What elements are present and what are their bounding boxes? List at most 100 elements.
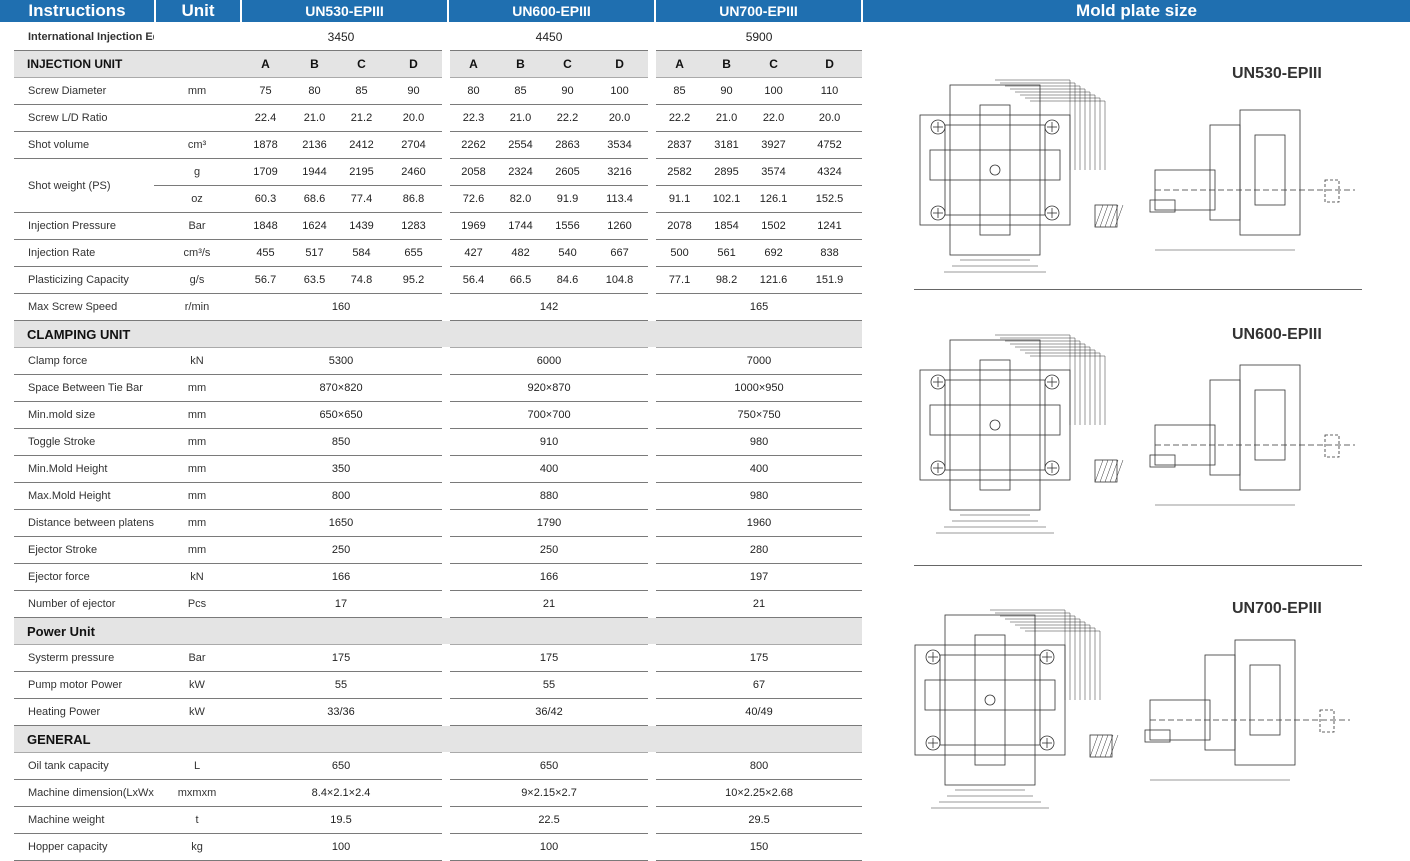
table-row: Toggle Stroke mm 850 910 980: [14, 428, 863, 456]
unit-cell: Bar: [154, 644, 240, 672]
value-cell: 2582: [648, 158, 704, 186]
value-cell: 166: [442, 563, 653, 591]
table-row: Screw Diameter mm 75 80 85 90 80 85 90 100 85 90 100…: [14, 77, 863, 105]
mold-plate-drawing-2: [919, 334, 1355, 534]
value-cell: 655: [385, 239, 447, 267]
value-cell: 66.5: [497, 266, 545, 294]
value-cell: 280: [648, 536, 863, 564]
value-cell: 36/42: [442, 698, 653, 726]
value-cell: 1709: [240, 158, 291, 186]
row-label: Pump motor Power: [14, 671, 154, 699]
value-cell: 3574: [750, 158, 798, 186]
value-cell: 2605: [544, 158, 592, 186]
value-cell: 400: [442, 455, 653, 483]
table-row: Shot volume cm³ 1878 2136 2412 2704 2262 2554 28…: [14, 131, 863, 159]
row-label: Min.Mold Height: [14, 455, 154, 483]
row-label: Toggle Stroke: [14, 428, 154, 456]
unit-cell: t: [154, 806, 240, 834]
value-cell: 700×700: [442, 401, 653, 429]
value-cell: 85: [648, 77, 704, 105]
row-label: Injection Rate: [14, 239, 154, 267]
unit-cell: mm: [154, 374, 240, 402]
value-cell: 250: [442, 536, 653, 564]
value-cell: 750×750: [648, 401, 863, 429]
table-row: Shot weight (PS) g 1709 1944 2195 2460 2058 232…: [14, 158, 863, 213]
intl-value: 4450: [442, 24, 653, 51]
value-cell: 90: [385, 77, 447, 105]
value-cell: 5300: [240, 347, 447, 375]
intl-value: 5900: [648, 24, 863, 51]
value-cell: 21.2: [338, 104, 385, 132]
value-cell: 2704: [385, 131, 447, 159]
row-label: Injection Pressure: [14, 212, 154, 240]
value-cell: 197: [648, 563, 863, 591]
value-cell: 77.1: [648, 266, 704, 294]
value-cell: 85: [497, 77, 545, 105]
value-cell: 56.7: [240, 266, 291, 294]
value-cell: 20.0: [385, 104, 447, 132]
value-cell: 427: [442, 239, 498, 267]
value-cell: 3927: [750, 131, 798, 159]
table-row: International Injection Equivalent 345044…: [14, 24, 863, 51]
value-cell: 110: [797, 77, 863, 105]
value-cell: 40/49: [648, 698, 863, 726]
row-label: Number of ejector: [14, 590, 154, 618]
table-row: Plasticizing Capacity g/s 56.7 63.5 74.8 95.2…: [14, 266, 863, 294]
value-cell: 561: [703, 239, 751, 267]
table-row: Min.mold size mm 650×650 700×700 750×750: [14, 401, 863, 429]
unit-cell: mm: [154, 509, 240, 537]
unit-cell: Pcs: [154, 590, 240, 618]
table-row: Pump motor Power kW 55 55 67: [14, 671, 863, 699]
header-model-1: UN530-EPIII: [242, 0, 447, 22]
value-cell: 102.1: [703, 185, 751, 213]
value-cell: 4324: [797, 158, 863, 186]
value-cell: 55: [240, 671, 447, 699]
unit-cell: kN: [154, 563, 240, 591]
value-cell: 2078: [648, 212, 704, 240]
table-row: Distance between platens(daylight)mm1650…: [14, 509, 863, 537]
table-row: INJECTION UNIT A B C D A B C D A B C D: [14, 50, 863, 78]
row-label: Screw L/D Ratio: [14, 104, 154, 132]
unit-cell: g: [154, 158, 240, 186]
value-cell: 80: [291, 77, 338, 105]
value-cell: 650×650: [240, 401, 447, 429]
unit-cell: cm³: [154, 131, 240, 159]
value-cell: 60.3: [240, 185, 291, 213]
value-cell: 800: [648, 752, 863, 780]
value-cell: 692: [750, 239, 798, 267]
row-label: International Injection Equivalent: [14, 24, 154, 51]
row-label: Clamp force: [14, 347, 154, 375]
value-cell: 350: [240, 455, 447, 483]
value-cell: 22.0: [750, 104, 798, 132]
value-cell: 10×2.25×2.68: [648, 779, 863, 807]
intl-value: 3450: [240, 24, 447, 51]
value-cell: 1790: [442, 509, 653, 537]
unit-cell: mm: [154, 428, 240, 456]
table-row: Max Screw Speed r/min 160 142 165: [14, 293, 863, 321]
value-cell: 2895: [703, 158, 751, 186]
row-label: Distance between platens(daylight): [14, 509, 154, 537]
screw-letter: A: [648, 50, 704, 78]
value-cell: 56.4: [442, 266, 498, 294]
row-label: Heating Power: [14, 698, 154, 726]
spec-table: International Injection Equivalent 345044…: [14, 24, 863, 861]
mold-plate-drawing-1: [919, 79, 1355, 273]
value-cell: 67: [648, 671, 863, 699]
unit-cell: oz: [154, 185, 240, 213]
value-cell: 2136: [291, 131, 338, 159]
value-cell: 91.9: [544, 185, 592, 213]
table-row: Ejector Stroke mm 250 250 280: [14, 536, 863, 564]
value-cell: 2195: [338, 158, 385, 186]
value-cell: 95.2: [385, 266, 447, 294]
value-cell: 21.0: [497, 104, 545, 132]
section-title: CLAMPING UNIT: [14, 320, 863, 348]
value-cell: 6000: [442, 347, 653, 375]
value-cell: 980: [648, 482, 863, 510]
table-row: Heating Power kW 33/36 36/42 40/49: [14, 698, 863, 726]
row-label: Screw Diameter: [14, 77, 154, 105]
row-label: Space Between Tie Bar: [14, 374, 154, 402]
value-cell: 22.3: [442, 104, 498, 132]
value-cell: 1439: [338, 212, 385, 240]
value-cell: 4752: [797, 131, 863, 159]
row-label: Systerm pressure: [14, 644, 154, 672]
